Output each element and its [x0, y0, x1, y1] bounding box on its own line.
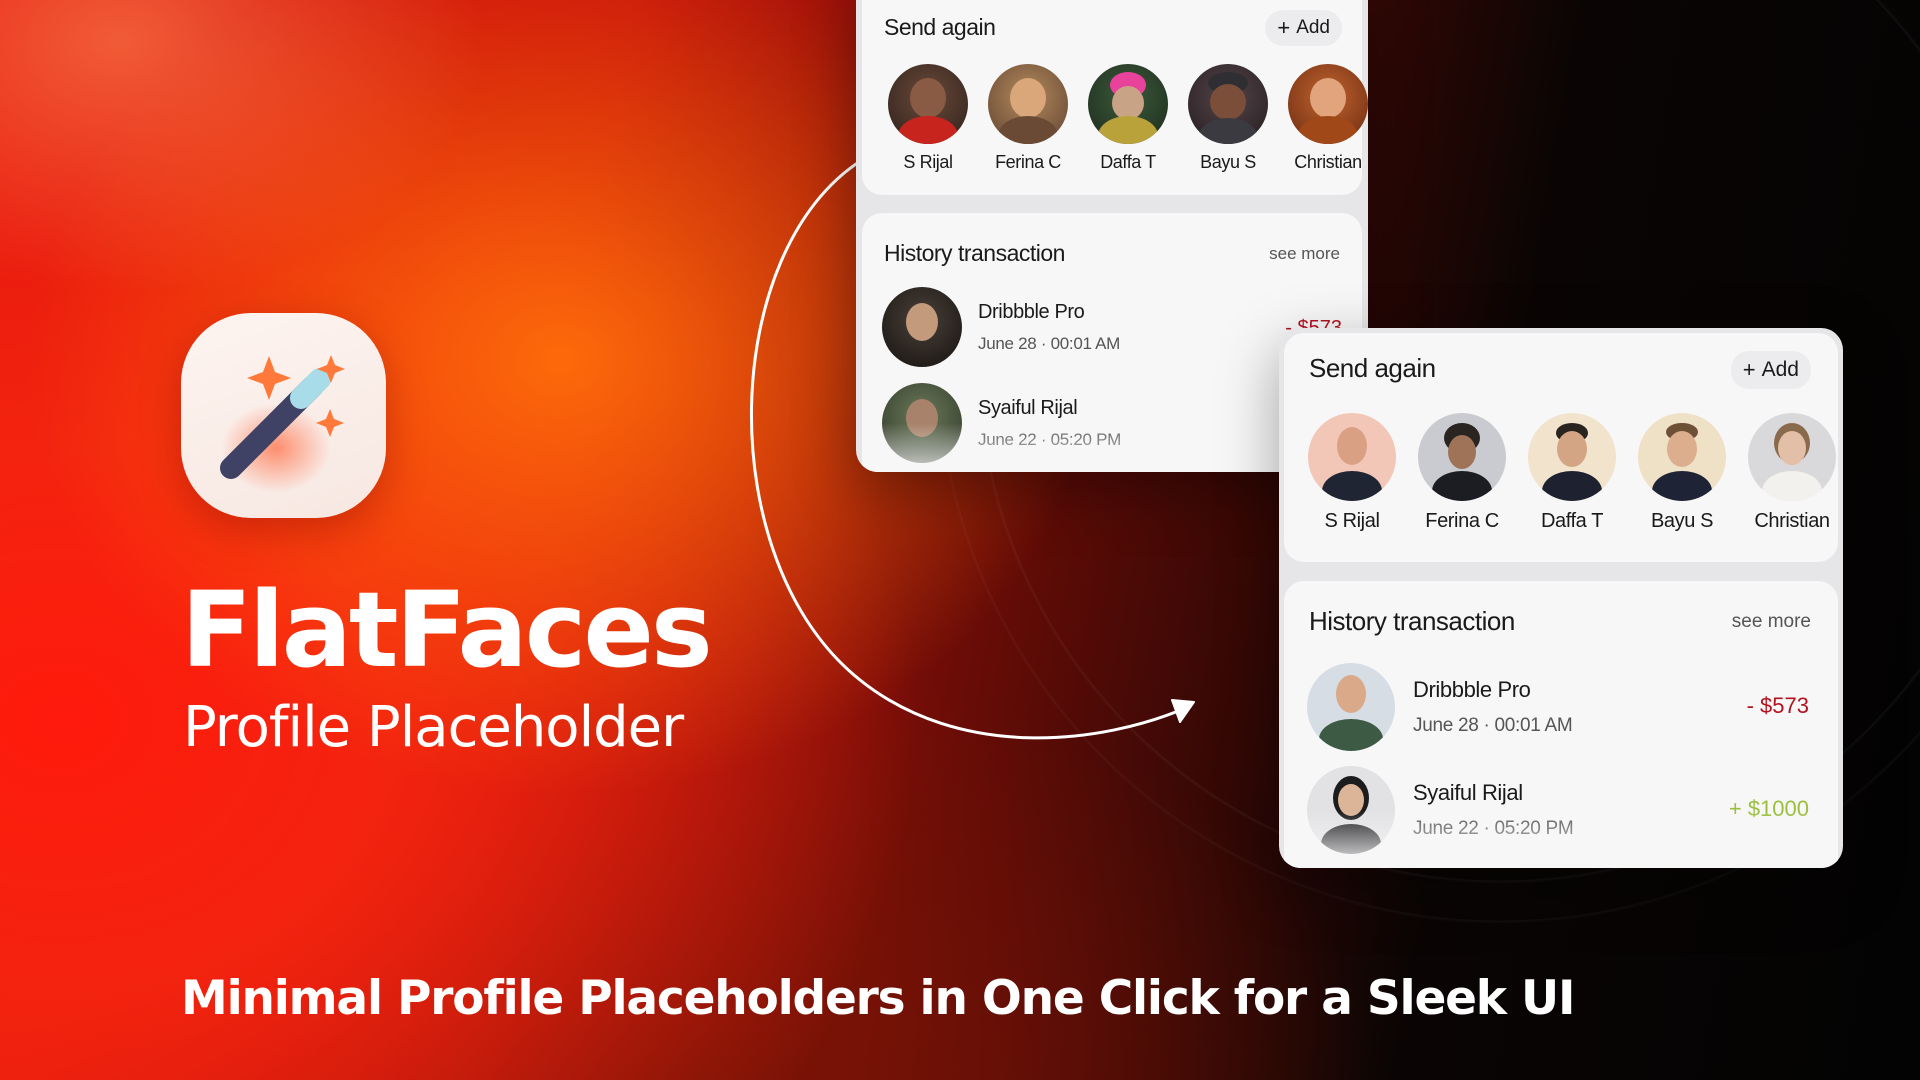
avatar	[888, 64, 968, 144]
transaction-date: June 22 · 05:20 PM	[1413, 818, 1574, 839]
transaction-name: Dribbble Pro	[1413, 677, 1531, 702]
contact-name: Christian	[1294, 152, 1362, 172]
history-title: History transaction	[1309, 606, 1515, 636]
contact[interactable]: Ferina C	[978, 64, 1078, 173]
transaction-amount: + $1000	[1728, 796, 1809, 821]
contact[interactable]: Christian	[1278, 64, 1368, 173]
transaction-row[interactable]: Dribbble Pro June 28 · 00:01 AM - $573	[1307, 663, 1843, 751]
transaction-name: Syaiful Rijal	[978, 396, 1078, 419]
contact[interactable]: Bayu S	[1627, 413, 1737, 533]
transaction-avatar	[882, 287, 962, 367]
send-again-title: Send again	[884, 14, 996, 40]
see-more-link[interactable]: see more	[1732, 611, 1811, 633]
contacts-row: S Rijal Ferina C Daffa T Bayu S Christia…	[878, 64, 1368, 173]
transaction-avatar	[1307, 766, 1395, 854]
contact[interactable]: S Rijal	[1297, 413, 1407, 533]
send-again-card: Send again + Add S Rijal Ferina C Daffa …	[1284, 333, 1838, 562]
contact-name: Bayu S	[1200, 152, 1256, 172]
transaction-avatar	[882, 383, 962, 463]
avatar	[1088, 64, 1168, 144]
history-card: History transaction see more Dribbble Pr…	[1284, 581, 1838, 868]
contact-name: Daffa T	[1100, 152, 1156, 172]
avatar	[1748, 413, 1836, 501]
contact-name: Daffa T	[1540, 510, 1604, 532]
send-again-title: Send again	[1309, 353, 1436, 383]
add-label: Add	[1761, 358, 1799, 381]
contact-name: Christian	[1754, 510, 1830, 532]
avatar	[1528, 413, 1616, 501]
avatar	[1308, 413, 1396, 501]
transaction-row[interactable]: Syaiful Rijal June 22 · 05:20 PM + $1000	[1307, 766, 1843, 854]
contact-name: Ferina C	[1425, 510, 1499, 532]
history-title: History transaction	[884, 240, 1065, 266]
contact-name: S Rijal	[903, 152, 953, 172]
add-label: Add	[1296, 17, 1330, 38]
send-again-card: Send again + Add S Rijal Ferina C Daffa …	[862, 0, 1368, 195]
transaction-name: Syaiful Rijal	[1413, 780, 1523, 805]
avatar	[1418, 413, 1506, 501]
transaction-avatar	[1307, 663, 1395, 751]
contact[interactable]: Christian	[1737, 413, 1843, 533]
transaction-date: June 22 · 05:20 PM	[978, 429, 1121, 449]
contact-name: Bayu S	[1650, 510, 1714, 532]
avatar	[1288, 64, 1368, 144]
plus-icon: +	[1277, 15, 1291, 40]
see-more-link[interactable]: see more	[1269, 244, 1340, 264]
transaction-date: June 28 · 00:01 AM	[978, 333, 1121, 353]
contact[interactable]: S Rijal	[878, 64, 978, 173]
add-button[interactable]: + Add	[1730, 351, 1811, 389]
after-card: Send again + Add S Rijal Ferina C Daffa …	[1279, 328, 1843, 868]
contact-name: Ferina C	[995, 152, 1061, 172]
avatar	[1638, 413, 1726, 501]
transaction-name: Dribbble Pro	[978, 300, 1085, 323]
contact-name: S Rijal	[1324, 510, 1380, 532]
contact[interactable]: Ferina C	[1407, 413, 1517, 533]
avatar	[1188, 64, 1268, 144]
contact[interactable]: Daffa T	[1078, 64, 1178, 173]
contact[interactable]: Bayu S	[1178, 64, 1278, 173]
add-button[interactable]: + Add	[1265, 10, 1342, 46]
transaction-date: June 28 · 00:01 AM	[1413, 715, 1573, 736]
contacts-row: S Rijal Ferina C Daffa T Bayu S Christia…	[1297, 413, 1843, 533]
plus-icon: +	[1742, 357, 1756, 382]
transaction-amount: - $573	[1746, 693, 1809, 718]
contact[interactable]: Daffa T	[1517, 413, 1627, 533]
avatar	[988, 64, 1068, 144]
